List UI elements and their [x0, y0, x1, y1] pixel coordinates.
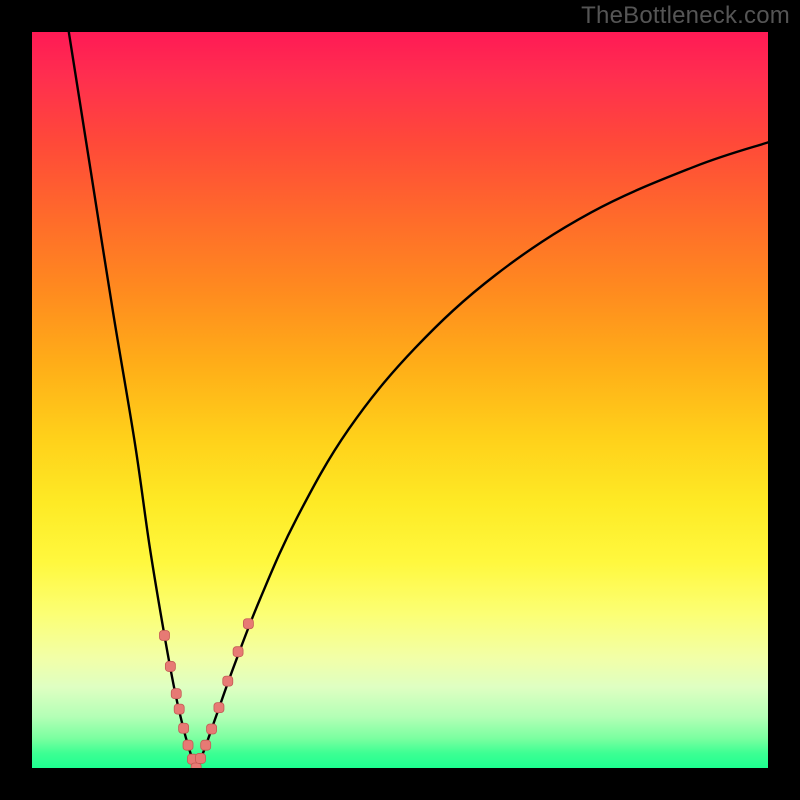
marker-point [179, 723, 189, 733]
plot-area [32, 32, 768, 768]
marker-point [243, 619, 253, 629]
marker-point [165, 661, 175, 671]
marker-point [196, 753, 206, 763]
curve-layer [32, 32, 768, 768]
marker-point [171, 689, 181, 699]
marker-point [201, 740, 211, 750]
curve-left-branch [69, 32, 196, 768]
valley-markers [159, 619, 253, 768]
marker-point [223, 676, 233, 686]
marker-point [174, 704, 184, 714]
marker-point [214, 703, 224, 713]
marker-point [207, 724, 217, 734]
marker-point [183, 740, 193, 750]
chart-frame: TheBottleneck.com [0, 0, 800, 800]
watermark-text: TheBottleneck.com [581, 2, 790, 30]
curve-right-branch [196, 142, 768, 768]
marker-point [159, 631, 169, 641]
marker-point [233, 647, 243, 657]
